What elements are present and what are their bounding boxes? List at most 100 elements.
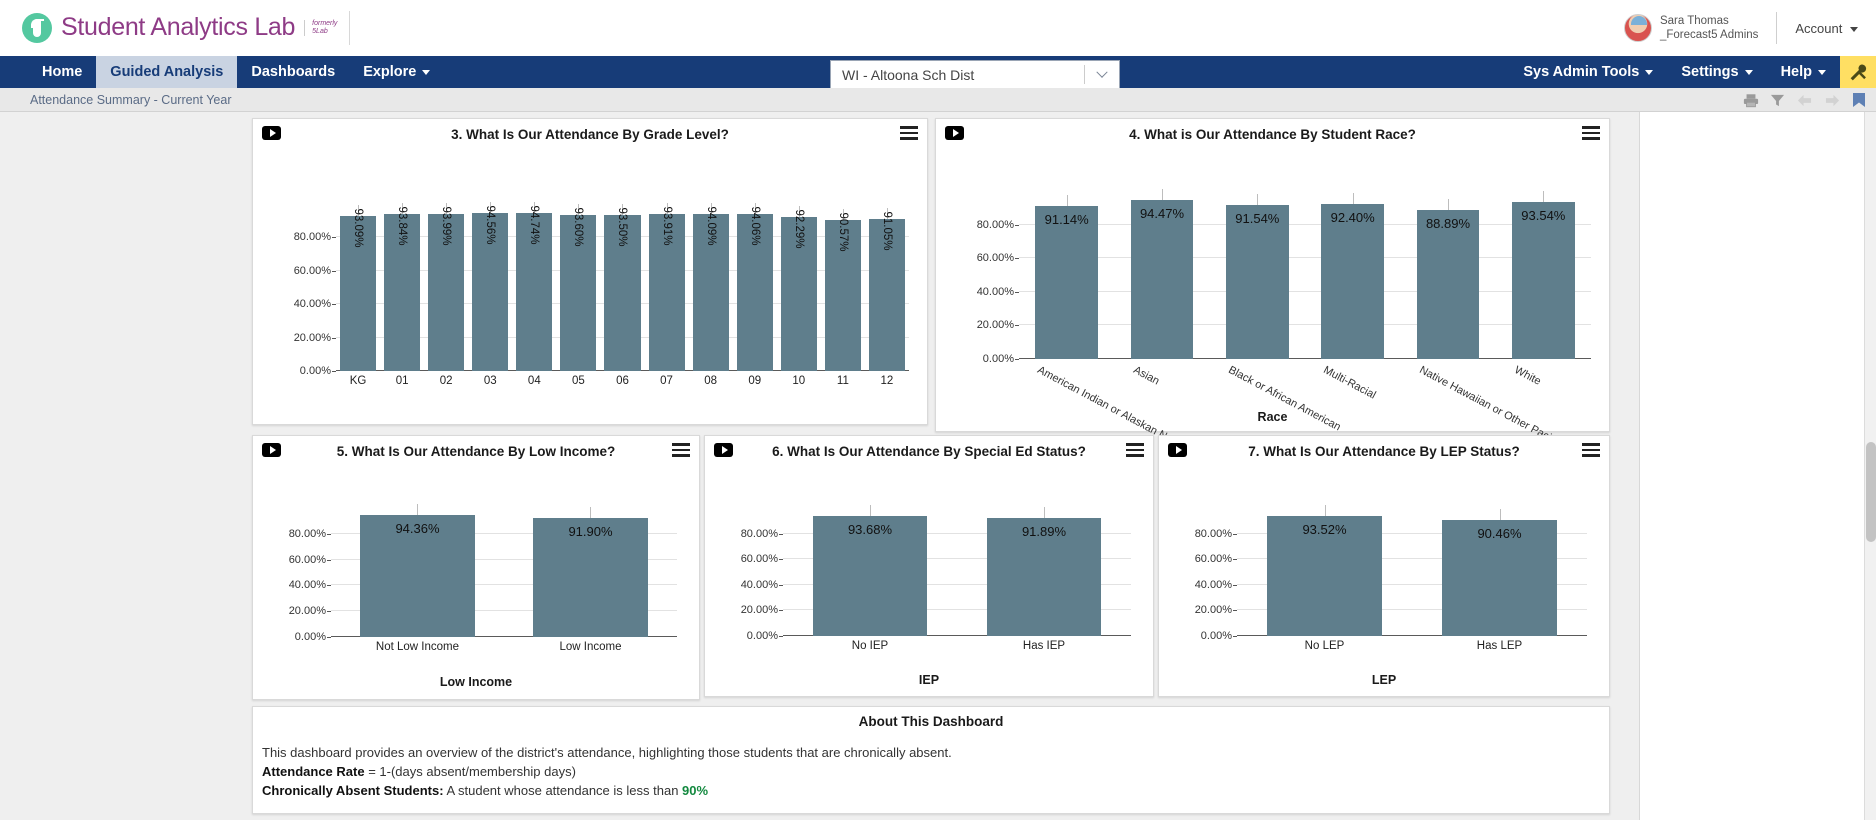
bar-tick-mark [1352,192,1354,204]
y-axis-tick-label: 80.00% [741,528,784,540]
y-axis-tick-label: 0.00% [983,353,1020,365]
chart-menu-icon[interactable] [1126,443,1144,457]
y-axis-tick-label: 20.00% [977,319,1020,331]
account-menu-label: Account [1795,20,1843,36]
nav-item-guided-analysis[interactable]: Guided Analysis [96,56,238,88]
bar[interactable]: 91.89% Has IEP [986,507,1102,652]
chart-grade-level: 0.00% 20.00% 40.00% 60.00% 80.00% 93.09% KG 93.… [253,149,927,424]
chart-menu-icon[interactable] [672,443,690,457]
right-pane [1641,112,1876,820]
filter-icon[interactable] [1770,93,1785,108]
dashboard-subbar: Attendance Summary - Current Year [0,88,1876,112]
bar-value-label: 93.50% [616,207,629,247]
video-play-icon[interactable] [262,443,281,457]
chart-low-income: 0.00% 20.00% 40.00% 60.00% 80.00% 94.36% Not L… [253,466,699,699]
panel-lep-status: 7. What Is Our Attendance By LEP Status?… [1158,435,1610,697]
nav-item-dashboards[interactable]: Dashboards [237,56,349,88]
nav-item-explore[interactable]: Explore [349,56,444,88]
chart-lep-status-xaxis-title: LEP [1371,673,1397,687]
bar-value-label: 91.05% [880,211,893,251]
bar-value-label: 94.56% [484,205,497,245]
bar[interactable]: 93.09% KG [339,204,377,387]
user-org: _Forecast5 Admins [1659,29,1759,41]
x-axis-tick-label: 01 [395,375,409,387]
nav-item-settings-label: Settings [1681,64,1739,80]
bar[interactable]: 94.06% 09 [736,202,773,387]
y-axis-tick-label: 40.00% [741,579,784,591]
bar[interactable]: 93.84% 01 [384,203,421,387]
bar[interactable]: 93.99% 02 [428,203,465,387]
arrow-right-icon[interactable] [1824,93,1841,108]
bar[interactable]: 88.89% Native Hawaiian or Other Pacific I… [1416,198,1583,460]
bookmark-icon[interactable] [1852,92,1866,108]
bar-value-label: 94.36% [395,521,440,537]
app-logo[interactable]: Student Analytics Lab formerly 5Lab [0,10,351,45]
y-axis-tick-label: 40.00% [289,579,332,591]
brand-bar: Student Analytics Lab formerly 5Lab Sara… [0,0,1876,56]
bar-tick-mark [1499,509,1501,521]
panel-student-race-title: 4. What is Our Attendance By Student Rac… [1129,126,1416,142]
bar-tick-mark [869,505,871,517]
bar-value-label: 91.89% [1021,524,1067,540]
bar[interactable]: 90.57% 11 [824,208,861,387]
x-axis-tick-label: Not Low Income [375,641,460,653]
video-play-icon[interactable] [714,443,733,457]
chart-menu-icon[interactable] [1582,126,1600,140]
about-title: About This Dashboard [858,714,1004,729]
chart-student-race: 0.00% 20.00% 40.00% 60.00% 80.00% 91.14% Ameri… [936,149,1609,460]
bar[interactable]: 91.54% Black or African American [1225,194,1343,433]
avatar[interactable] [1623,14,1652,42]
bar[interactable]: 94.09% 08 [692,202,729,387]
panel-grade-level-title: 3. What Is Our Attendance By Grade Level… [451,126,729,142]
nav-item-sys-admin-tools[interactable]: Sys Admin Tools [1509,56,1667,88]
bar[interactable]: 93.50% 06 [604,203,641,387]
video-play-icon[interactable] [1168,443,1187,457]
bar[interactable]: 92.40% Multi-Racial [1321,192,1385,402]
vertical-scrollbar[interactable] [1864,112,1876,820]
bar[interactable]: 94.36% Not Low Income [360,504,475,653]
bar-tick-mark [1543,190,1545,202]
print-icon[interactable] [1743,93,1759,108]
bar[interactable]: 93.60% 05 [560,203,597,387]
bar-tick-mark [1066,194,1068,206]
nav-item-help[interactable]: Help [1767,56,1840,88]
bar[interactable]: 93.91% 07 [648,203,685,387]
arrow-left-icon[interactable] [1796,93,1813,108]
wrench-screwdriver-icon[interactable] [1840,56,1876,88]
district-select[interactable]: WI - Altoona Sch Dist [830,60,1120,89]
bar[interactable]: 90.46% Has LEP [1441,509,1558,652]
nav-item-settings[interactable]: Settings [1667,56,1766,88]
bar[interactable]: 91.14% American Indian or Alaskan Native [1035,194,1190,454]
chart-menu-icon[interactable] [900,126,918,140]
account-menu[interactable]: Account [1795,21,1858,36]
y-axis-tick-label: 80.00% [1195,528,1238,540]
bar[interactable]: 94.74% 04 [516,201,553,387]
y-axis-tick-label: 80.00% [294,231,337,243]
y-axis-tick-label: 0.00% [747,630,784,642]
dashboard-title: Attendance Summary - Current Year [30,92,232,107]
bar-value-label: 93.91% [660,206,673,246]
x-axis-tick-label: No IEP [851,640,889,652]
gridline [1019,290,1591,292]
bar[interactable]: 91.90% Low Income [533,507,648,653]
nav-item-help-label: Help [1780,64,1812,80]
video-play-icon[interactable] [945,126,964,140]
bar-tick-mark [1447,198,1449,210]
bar[interactable]: 93.54% White [1511,190,1575,388]
bar[interactable]: 94.56% 03 [472,202,509,387]
nav-item-home[interactable]: Home [28,56,96,88]
bar[interactable]: 93.52% No LEP [1266,505,1383,652]
panel-grade-level-header: 3. What Is Our Attendance By Grade Level… [253,119,927,149]
bar[interactable]: 94.47% Asian [1130,189,1194,388]
nav-left-group: Home Guided Analysis Dashboards Explore [0,56,444,88]
bar[interactable]: 92.29% 10 [780,205,817,387]
chart-menu-icon[interactable] [1582,443,1600,457]
y-axis-tick-label: 40.00% [977,286,1020,298]
y-axis-tick-label: 0.00% [300,365,337,377]
user-name: Sara Thomas [1659,15,1729,27]
bar[interactable]: 93.68% No IEP [812,505,928,652]
video-play-icon[interactable] [262,126,281,140]
bar[interactable]: 91.05% 12 [868,207,906,387]
scrollbar-thumb[interactable] [1866,442,1876,542]
chevron-down-icon[interactable] [1085,66,1119,79]
